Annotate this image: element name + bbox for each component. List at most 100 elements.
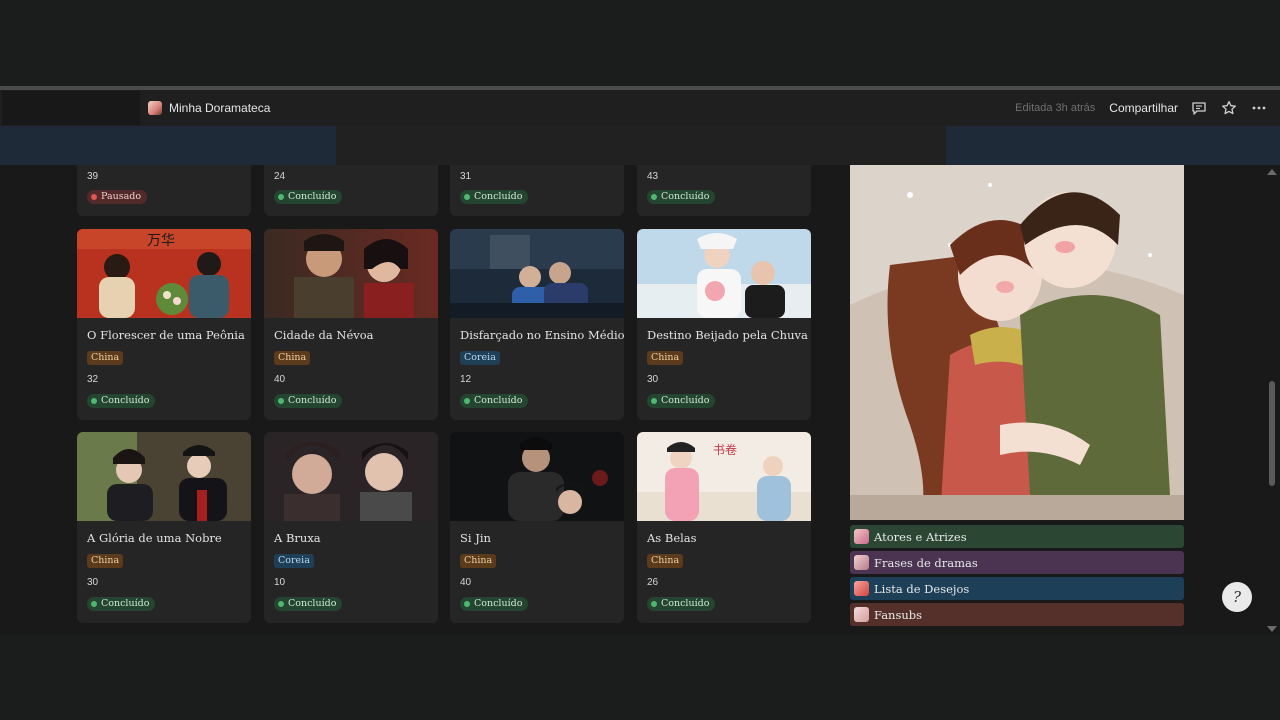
scroll-down-icon[interactable] [1267,626,1277,632]
episode-count: 40 [274,374,286,385]
gallery-card[interactable]: A Glória de uma Nobre China 30 Concluído [77,432,251,623]
episode-count: 43 [647,171,659,182]
status-badge: Concluído [87,597,156,611]
episode-count: 40 [460,577,472,588]
gallery-card[interactable]: Si Jin China 40 Concluído [450,432,624,623]
status-badge: Concluído [87,394,156,408]
episode-count: 12 [460,374,472,385]
poster-image [77,432,251,521]
status-badge: Concluído [647,190,716,204]
sidebar-collapsed-slot [2,91,140,125]
actors-icon [854,529,869,544]
status-dot [278,601,284,607]
card-title: O Florescer de uma Peônia [87,328,245,342]
gallery-card[interactable]: Destino Beijado pela Chuva China 30 Conc… [637,229,811,420]
cover-banner [0,126,1280,165]
gallery-card-partial[interactable]: 31 Concluído [450,165,624,216]
breadcrumb[interactable]: Minha Doramateca [148,90,270,126]
status-label: Pausado [101,191,142,202]
status-dot [91,194,97,200]
svg-text:万华: 万华 [147,233,175,249]
help-icon[interactable]: ? [1222,582,1252,612]
scroll-up-icon[interactable] [1267,169,1277,175]
sidebar-illustration [850,165,1184,520]
episode-count: 39 [87,171,99,182]
page-title[interactable]: Minha Doramateca [169,101,270,115]
card-title: Disfarçado no Ensino Médio [460,328,624,342]
more-icon[interactable] [1250,99,1268,117]
status-badge: Concluído [274,190,343,204]
status-badge: Pausado [87,190,148,204]
gallery-card[interactable]: Disfarçado no Ensino Médio Coreia 12 Con… [450,229,624,420]
gallery-card-partial[interactable]: 24 Concluído [264,165,438,216]
bottom-empty-area [0,635,1280,720]
status-label: Concluído [661,191,710,202]
card-title: As Belas [647,531,697,545]
header-actions: Editada 3h atrás Compartilhar [1015,90,1268,126]
status-dot [464,194,470,200]
edited-status: Editada 3h atrás [1015,102,1096,114]
top-empty-area [0,0,1280,86]
gallery-card-partial[interactable]: 39 Pausado [77,165,251,216]
episode-count: 26 [647,577,659,588]
poster-image: 书卷 [637,432,811,521]
country-tag: China [460,554,497,568]
scrollbar-thumb[interactable] [1269,381,1275,486]
status-label: Concluído [288,598,337,609]
card-title: A Glória de uma Nobre [87,531,222,545]
quotes-icon [854,555,869,570]
sidebar-item-label: Atores e Atrizes [874,529,967,544]
share-button[interactable]: Compartilhar [1109,101,1178,115]
sidebar-item-desejos[interactable]: Lista de Desejos [850,577,1184,600]
sidebar-item-label: Fansubs [874,607,923,622]
episode-count: 32 [87,374,99,385]
episode-count: 24 [274,171,286,182]
status-label: Concluído [661,598,710,609]
status-badge: Concluído [274,597,343,611]
status-badge: Concluído [647,394,716,408]
country-tag: Coreia [460,351,500,365]
gallery-card[interactable]: Cidade da Névoa China 40 Concluído [264,229,438,420]
status-label: Concluído [474,191,523,202]
card-title: Destino Beijado pela Chuva [647,328,808,342]
country-tag: China [87,351,124,365]
sidebar-item-atores[interactable]: Atores e Atrizes [850,525,1184,548]
sidebar-links: Atores e Atrizes Frases de dramas Lista … [850,525,1184,629]
gallery-content: 39 Pausado 24 Concluído 31 Concluído 43 … [0,165,1264,635]
status-dot [91,398,97,404]
wishlist-icon [854,581,869,596]
poster-image [637,229,811,318]
status-label: Concluído [101,395,150,406]
card-title: Si Jin [460,531,491,545]
page-icon [148,101,162,115]
status-badge: Concluído [274,394,343,408]
scrollbar[interactable] [1264,165,1280,635]
episode-count: 10 [274,577,286,588]
status-dot [464,601,470,607]
episode-count: 30 [647,374,659,385]
country-tag: China [647,554,684,568]
country-tag: Coreia [274,554,314,568]
status-dot [651,398,657,404]
status-label: Concluído [288,395,337,406]
status-dot [651,194,657,200]
sidebar-item-frases[interactable]: Frases de dramas [850,551,1184,574]
poster-image [264,229,438,318]
star-icon[interactable] [1220,99,1238,117]
gallery-card-partial[interactable]: 43 Concluído [637,165,811,216]
gallery-card[interactable]: A Bruxa Coreia 10 Concluído [264,432,438,623]
status-dot [91,601,97,607]
status-badge: Concluído [460,597,529,611]
sidebar-item-fansubs[interactable]: Fansubs [850,603,1184,626]
status-label: Concluído [661,395,710,406]
sidebar-item-label: Frases de dramas [874,555,978,570]
page-header: Minha Doramateca Editada 3h atrás Compar… [0,90,1280,126]
svg-text:书卷: 书卷 [713,442,737,457]
poster-image [450,229,624,318]
gallery-card[interactable]: 万华 O Florescer de uma Peônia China 32 Co… [77,229,251,420]
gallery-card[interactable]: 书卷 As Belas China 26 Concluído [637,432,811,623]
cover-banner-center [336,126,946,165]
poster-image [264,432,438,521]
comment-icon[interactable] [1190,99,1208,117]
country-tag: China [647,351,684,365]
